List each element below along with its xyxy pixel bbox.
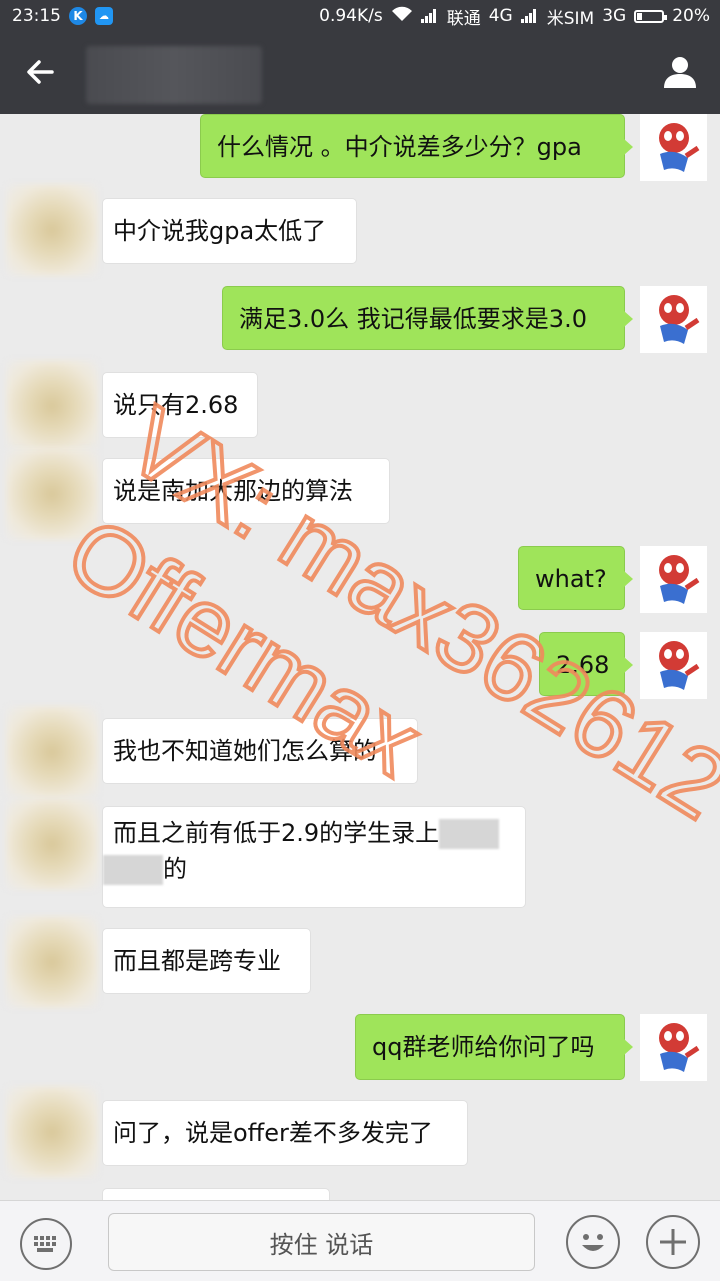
message-row-other: 而且之前有低于2.9的学生录上 的: [0, 794, 720, 914]
message-row-other: 而且都是跨专业: [0, 916, 720, 1016]
message-bubble-partial[interactable]: [102, 1188, 330, 1200]
wifi-icon: [391, 6, 413, 27]
message-bubble[interactable]: 什么情况 。中介说差多少分？gpa: [200, 114, 633, 178]
self-avatar[interactable]: [640, 632, 707, 699]
message-bubble[interactable]: 中介说我gpa太低了: [102, 198, 357, 264]
signal-icon: [420, 9, 439, 23]
redacted-text: [103, 855, 163, 885]
message-row-self: qq群老师给你问了吗: [0, 1014, 720, 1084]
message-bubble[interactable]: qq群老师给你问了吗: [355, 1014, 633, 1080]
status-bar: 23:15 K ☁ 0.94K/s 联通 4G 米SIM 3G 20%: [0, 0, 720, 32]
message-bubble[interactable]: 问了，说是offer差不多发完了: [102, 1100, 468, 1166]
plus-icon[interactable]: [646, 1215, 700, 1269]
self-avatar[interactable]: [640, 546, 707, 613]
smiley-icon[interactable]: [566, 1215, 620, 1269]
contact-avatar[interactable]: [6, 916, 98, 1008]
contact-name-redacted: [86, 46, 262, 104]
message-bubble[interactable]: 说是南加大那边的算法: [102, 458, 390, 524]
message-text-line: 的: [163, 855, 187, 883]
message-bubble[interactable]: 我也不知道她们怎么算的: [102, 718, 418, 784]
battery-percent: 20%: [672, 6, 710, 26]
keyboard-icon[interactable]: [20, 1218, 72, 1270]
carrier-1: 联通: [446, 8, 481, 29]
message-row-other: 问了，说是offer差不多发完了: [0, 1084, 720, 1184]
self-avatar[interactable]: [640, 1014, 707, 1081]
cloud-icon: ☁: [95, 7, 113, 25]
message-row-other: 说是南加大那边的算法: [0, 442, 720, 540]
contact-avatar[interactable]: [6, 184, 98, 276]
message-bubble[interactable]: 而且之前有低于2.9的学生录上 的: [102, 806, 526, 908]
battery-icon: [634, 9, 668, 23]
message-bubble[interactable]: 说只有2.68: [102, 372, 258, 438]
message-row-other: 我也不知道她们怎么算的: [0, 702, 720, 802]
message-row-self: 满足3.0么 我记得最低要求是3.0: [0, 286, 720, 356]
message-text-line: 而且之前有低于2.9的学生录上: [113, 819, 440, 847]
contact-avatar[interactable]: [6, 448, 98, 540]
signal-icon: [520, 9, 539, 23]
self-avatar[interactable]: [640, 114, 707, 181]
contact-avatar[interactable]: [6, 1086, 98, 1178]
message-row-self: what?: [0, 546, 720, 616]
carrier-2: 米SIM: [546, 8, 595, 29]
app-notification-icon: K: [69, 7, 87, 25]
message-row-self: 2.68: [0, 632, 720, 702]
hold-to-talk-button[interactable]: 按住 说话: [108, 1213, 535, 1271]
redacted-text: [439, 819, 500, 849]
message-row-other: 说只有2.68: [0, 354, 720, 452]
back-arrow-icon[interactable]: [22, 54, 58, 90]
self-avatar[interactable]: [640, 286, 707, 353]
contact-avatar[interactable]: [6, 798, 98, 890]
message-bubble[interactable]: 而且都是跨专业: [102, 928, 311, 994]
person-icon[interactable]: [660, 52, 700, 92]
contact-avatar[interactable]: [6, 360, 98, 452]
contact-avatar[interactable]: [6, 706, 98, 798]
network-speed: 0.94K/s: [319, 6, 383, 26]
message-bubble[interactable]: 满足3.0么 我记得最低要求是3.0: [222, 286, 633, 350]
message-bubble[interactable]: 2.68: [539, 632, 633, 696]
message-list[interactable]: 什么情况 。中介说差多少分？gpa 中介说我gpa太低了 满足3.0么 我记得最…: [0, 114, 720, 1200]
network-type-1: 4G: [488, 6, 513, 26]
input-bar: 按住 说话: [0, 1200, 720, 1281]
status-time: 23:15: [12, 6, 61, 26]
chat-header: [0, 32, 720, 114]
message-row-other: 中介说我gpa太低了: [0, 184, 720, 284]
network-type-2: 3G: [602, 6, 627, 26]
message-row-self: 什么情况 。中介说差多少分？gpa: [0, 114, 720, 184]
message-bubble[interactable]: what?: [518, 546, 633, 610]
